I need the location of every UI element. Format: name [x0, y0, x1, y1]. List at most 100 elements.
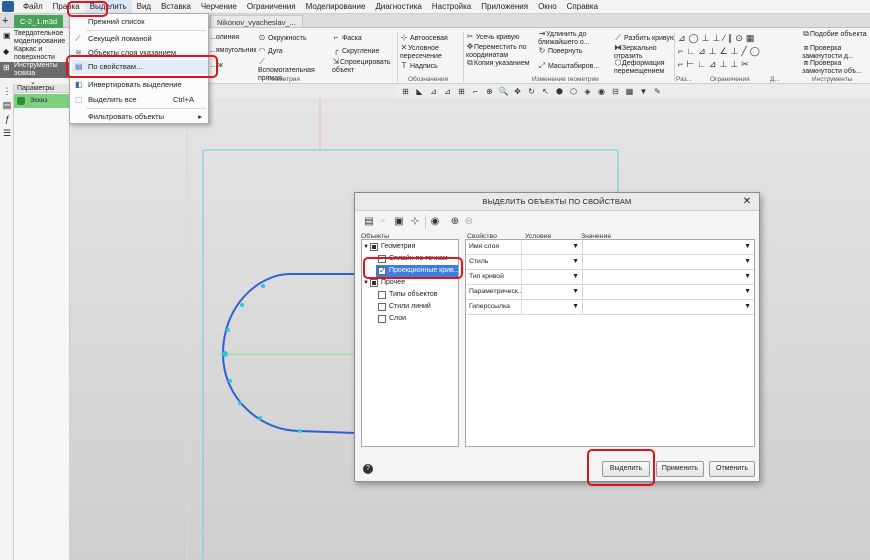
- tool-label[interactable]: T Надпись: [400, 62, 438, 71]
- pan-icon[interactable]: ✥: [511, 86, 524, 97]
- tool-check-closed-2[interactable]: ⧈Проверка замкнутости объ...: [802, 59, 870, 76]
- doc-list-icon[interactable]: ▤: [363, 216, 375, 228]
- snap2-icon[interactable]: ⊿: [441, 86, 454, 97]
- parameters-item[interactable]: Эскиз: [14, 94, 69, 108]
- menu-settings[interactable]: Настройка: [427, 0, 476, 14]
- tool-polyline[interactable]: ...олиния: [210, 34, 239, 42]
- checkbox-layers[interactable]: [378, 315, 386, 323]
- refresh-icon[interactable]: ↻: [525, 86, 538, 97]
- eye-icon[interactable]: ◉: [595, 86, 608, 97]
- tool-move-coords[interactable]: ✥Переместить по координатам: [466, 43, 538, 60]
- menu-diagnostics[interactable]: Диагностика: [370, 0, 426, 14]
- mode-solid[interactable]: ▣ Твердотельное моделирование: [0, 30, 70, 46]
- tool-scale[interactable]: ⤢ Масштабиров...: [538, 62, 599, 71]
- cursor-icon[interactable]: ↖: [539, 86, 552, 97]
- grid-icon[interactable]: ⊞: [455, 86, 468, 97]
- corner-icon[interactable]: ⌐: [469, 86, 482, 97]
- measure-icon[interactable]: ⊞: [399, 86, 412, 97]
- tool-deform[interactable]: ⬡Деформация перемещением: [614, 59, 678, 76]
- value-select[interactable]: ▼: [584, 285, 754, 299]
- cube-icon[interactable]: ⬢: [553, 86, 566, 97]
- condition-select[interactable]: ▼: [523, 240, 583, 254]
- close-icon[interactable]: ✕: [741, 196, 753, 208]
- value-select[interactable]: ▼: [584, 240, 754, 254]
- menu-item-polyline[interactable]: ⟋ Секущей ломаной: [72, 32, 208, 46]
- constraint-icons[interactable]: ⊿◯⊥⊥∕∥⊙▦ ⌐∟⊿⊥∠⊥╱◯ ⌐⊢∟⊿⊥⊥✂: [678, 32, 798, 71]
- tool-chamfer[interactable]: ⌐ Фаска: [332, 34, 362, 43]
- menu-apps[interactable]: Приложения: [476, 0, 533, 14]
- hierarchy-icon[interactable]: ⊹: [409, 216, 421, 228]
- expander-icon[interactable]: ▼: [363, 241, 369, 253]
- tool-rotate[interactable]: ↻ Повернуть: [538, 47, 583, 56]
- value-select[interactable]: ▼: [584, 270, 754, 284]
- ruler-icon[interactable]: ◣: [413, 86, 426, 97]
- menu-drawing[interactable]: Черчение: [196, 0, 242, 14]
- project-icon: ⇲: [332, 57, 340, 66]
- menu-item-previous-list[interactable]: Прежний список: [72, 15, 208, 29]
- snap-icon[interactable]: ⊿: [427, 86, 440, 97]
- value-select[interactable]: ▼: [584, 255, 754, 269]
- condition-select[interactable]: ▼: [523, 270, 583, 284]
- highlight-icon[interactable]: ◉: [429, 216, 441, 228]
- tab-doc-active[interactable]: C-2_1.m3d: [14, 15, 64, 28]
- condition-select[interactable]: ▼: [523, 300, 583, 314]
- tool-project[interactable]: ⇲Спроецировать объект: [332, 58, 396, 75]
- menu-view[interactable]: Вид: [132, 0, 156, 14]
- apply-button[interactable]: Применить: [656, 461, 704, 477]
- mode-frame[interactable]: ◆ Каркас и поверхности: [0, 46, 70, 62]
- copy-icon: ⧉: [467, 58, 473, 67]
- tool-rectangle[interactable]: ...ямоугольник: [210, 47, 256, 55]
- mode-sketch[interactable]: ⊞ Инструменты эскиза: [0, 62, 70, 78]
- menu-constraints[interactable]: Ограничения: [242, 0, 301, 14]
- menu-item-select-all[interactable]: ⬚ Выделить все Ctrl+A: [72, 93, 208, 107]
- plus-icon[interactable]: +: [2, 15, 12, 27]
- filter-icon[interactable]: ▼: [637, 86, 650, 97]
- tool-extend[interactable]: ⇥Удлинить до ближайшего о...: [538, 30, 612, 47]
- condition-select[interactable]: ▼: [523, 255, 583, 269]
- menu-item-invert[interactable]: ◧ Инвертировать выделение: [72, 78, 208, 92]
- condition-select[interactable]: ▼: [523, 285, 583, 299]
- menu-help[interactable]: Справка: [562, 0, 603, 14]
- tab-doc-other[interactable]: Nikonov_vyacheslav_...: [210, 15, 303, 28]
- tree-icon[interactable]: ⋮: [2, 86, 12, 96]
- orient-icon[interactable]: ⬡: [567, 86, 580, 97]
- checkbox-other[interactable]: [370, 279, 378, 287]
- tool-circle[interactable]: ⊙ Окружность: [258, 34, 307, 43]
- tree-node-geometry[interactable]: ▼ Геометрия: [362, 241, 458, 253]
- checkbox-object-types[interactable]: [378, 291, 386, 299]
- tool-trim[interactable]: ✂ Усечь кривую: [466, 33, 520, 42]
- function-icon[interactable]: ƒ: [2, 114, 12, 124]
- layers2-icon[interactable]: ▦: [623, 86, 636, 97]
- menu-item-filter[interactable]: Фильтровать объекты ▸: [72, 110, 208, 124]
- display-icon[interactable]: ◈: [581, 86, 594, 97]
- tree-node-object-types[interactable]: Типы объектов: [362, 289, 458, 301]
- menu-insert[interactable]: Вставка: [156, 0, 196, 14]
- list-icon[interactable]: ☰: [2, 128, 12, 138]
- menu-window[interactable]: Окно: [533, 0, 562, 14]
- tool-auto-axis[interactable]: ⊹ Автоосевая: [400, 34, 448, 43]
- tree-node-layers[interactable]: Слои: [362, 313, 458, 325]
- layers-icon[interactable]: ▤: [2, 100, 12, 110]
- tool-fillet[interactable]: ╭ Скругление: [332, 47, 380, 56]
- help-icon[interactable]: ?: [363, 464, 373, 474]
- frame-icon: ◆: [3, 47, 10, 56]
- checkbox-line-styles[interactable]: [378, 303, 386, 311]
- zoom-icon[interactable]: ⊕: [483, 86, 496, 97]
- axis-icon: ⊹: [400, 33, 408, 42]
- menu-file[interactable]: Файл: [18, 0, 48, 14]
- tool-similar[interactable]: ⧉Подобие объекта: [802, 30, 870, 39]
- cancel-button[interactable]: Отменить: [709, 461, 755, 477]
- menu-modeling[interactable]: Моделирование: [301, 0, 371, 14]
- pipette-icon[interactable]: ✎: [651, 86, 664, 97]
- add-condition-icon[interactable]: ▣: [393, 216, 405, 228]
- search-icon[interactable]: 🔍: [497, 86, 510, 97]
- tool-split[interactable]: ⟋ Разбить кривую: [614, 34, 675, 43]
- zoom-in-icon[interactable]: ⊕: [449, 216, 461, 228]
- tree-node-line-styles[interactable]: Стили линий: [362, 301, 458, 313]
- tool-arc[interactable]: ◠ Дуга: [258, 47, 283, 56]
- tool-cond-intersection[interactable]: ✕Условное пересечение: [400, 44, 462, 61]
- tool-copy[interactable]: ⧉Копия указанием: [466, 59, 530, 68]
- section-icon[interactable]: ⊟: [609, 86, 622, 97]
- value-select[interactable]: ▼: [584, 300, 754, 314]
- checkbox-geometry[interactable]: [370, 243, 378, 251]
